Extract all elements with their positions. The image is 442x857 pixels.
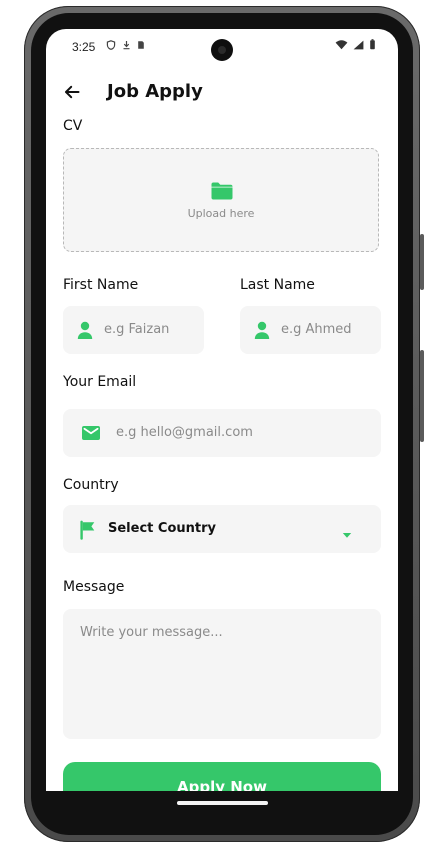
download-icon <box>122 39 131 53</box>
last-name-field[interactable]: e.g Ahmed <box>240 306 381 354</box>
app-bar: Job Apply <box>46 79 398 109</box>
home-indicator[interactable] <box>177 801 268 805</box>
status-left-icons <box>106 39 145 53</box>
power-button <box>420 234 424 290</box>
caret-down-icon <box>342 525 352 544</box>
message-field[interactable]: Write your message... <box>63 609 381 739</box>
status-time: 3:25 <box>72 40 96 54</box>
apply-now-button[interactable]: Apply Now <box>63 762 381 791</box>
signal-icon <box>353 39 364 53</box>
upload-text: Upload here <box>187 207 255 220</box>
folder-icon <box>210 181 234 201</box>
sim-card-icon <box>137 39 145 53</box>
person-icon <box>252 320 272 340</box>
country-label: Country <box>63 477 119 493</box>
flag-icon <box>79 520 99 540</box>
battery-icon <box>369 39 376 53</box>
person-icon <box>75 320 95 340</box>
first-name-placeholder: e.g Faizan <box>104 322 170 337</box>
cv-upload-area[interactable]: Upload here <box>63 148 379 252</box>
first-name-label: First Name <box>63 277 139 293</box>
country-select[interactable]: Select Country <box>63 505 381 553</box>
last-name-placeholder: e.g Ahmed <box>281 322 352 337</box>
shield-icon <box>106 39 116 53</box>
cv-label: CV <box>63 118 83 134</box>
app-screen: 3:25 Job Apply CV Upload here First Name… <box>46 29 398 791</box>
email-label: Your Email <box>63 374 137 390</box>
back-button[interactable] <box>60 80 84 104</box>
status-bar: 3:25 <box>46 29 398 67</box>
volume-button <box>420 350 424 442</box>
front-camera <box>211 39 233 61</box>
status-right-icons <box>335 39 376 53</box>
first-name-field[interactable]: e.g Faizan <box>63 306 204 354</box>
arrow-left-icon <box>60 85 84 108</box>
message-placeholder: Write your message... <box>80 625 223 640</box>
message-label: Message <box>63 579 125 595</box>
email-field[interactable]: e.g hello@gmail.com <box>63 409 381 457</box>
page-title: Job Apply <box>107 81 203 102</box>
wifi-icon <box>335 39 348 53</box>
last-name-label: Last Name <box>240 277 315 293</box>
email-placeholder: e.g hello@gmail.com <box>116 425 253 440</box>
country-select-value: Select Country <box>108 521 216 536</box>
mail-icon <box>81 423 101 443</box>
